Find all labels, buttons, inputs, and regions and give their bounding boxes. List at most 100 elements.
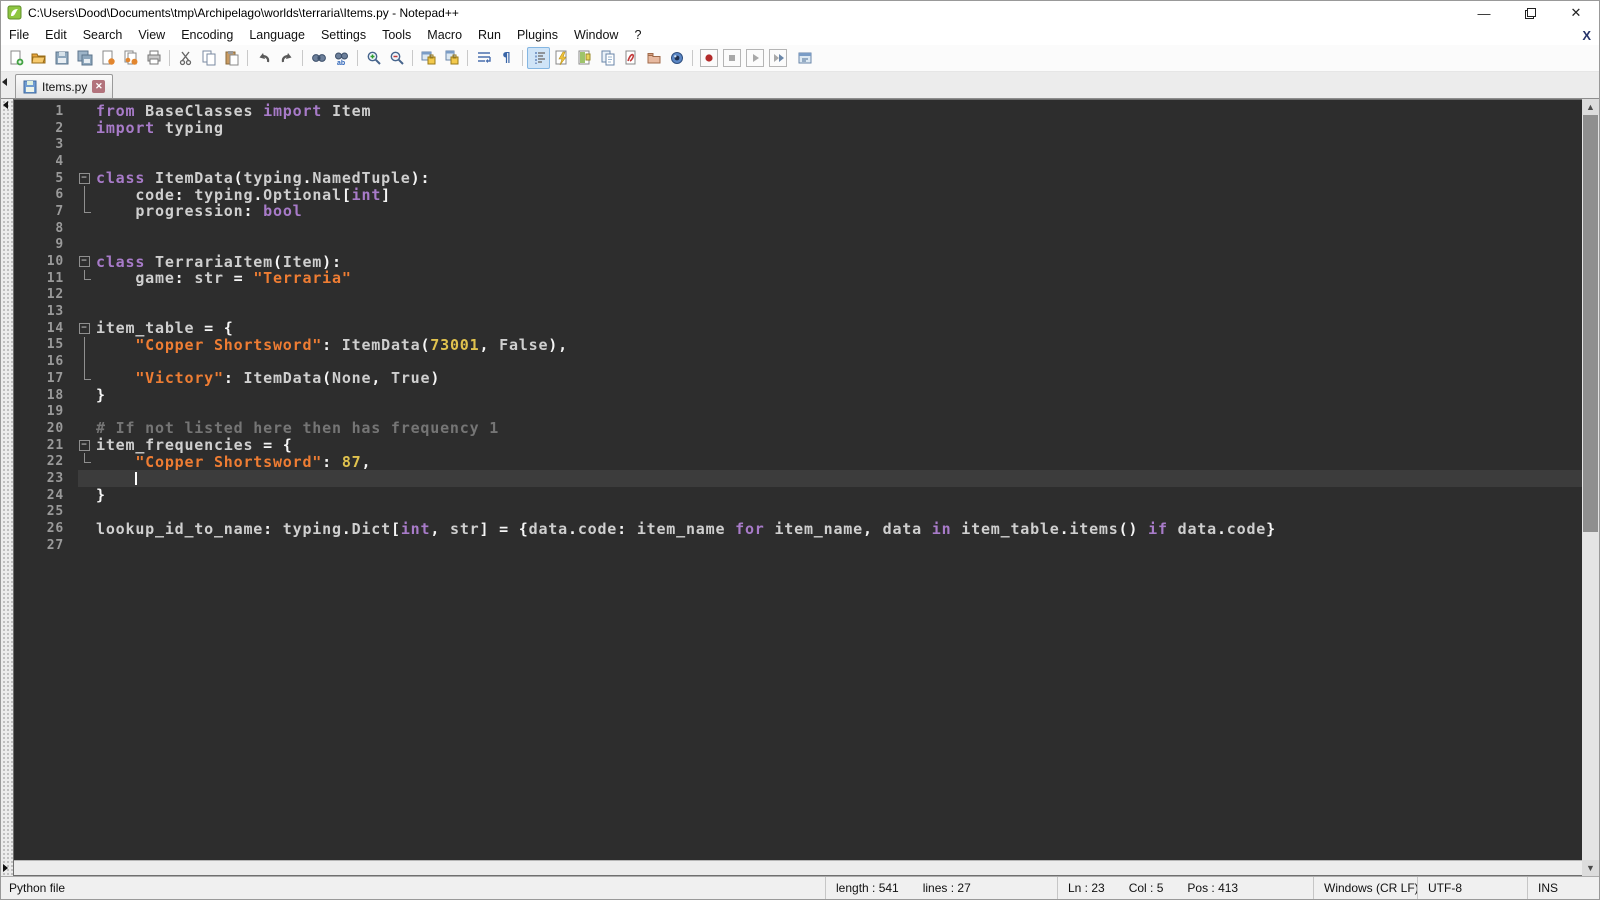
scrollbar-track[interactable] [1582, 115, 1599, 860]
project-panel-button[interactable] [642, 47, 665, 69]
menu-view[interactable]: View [130, 26, 173, 44]
restore-button[interactable] [1507, 1, 1553, 25]
code-line[interactable]: 22 "Copper Shortsword": 87, [14, 453, 1582, 470]
scrollbar-thumb[interactable] [1583, 115, 1598, 532]
code-line[interactable]: 27 [14, 537, 1582, 554]
code-text: code: typing.Optional[int] [96, 186, 1582, 204]
code-line[interactable]: 18} [14, 387, 1582, 404]
menu-settings[interactable]: Settings [313, 26, 374, 44]
save-all-button[interactable] [73, 47, 96, 69]
code-line[interactable]: 6 code: typing.Optional[int] [14, 186, 1582, 203]
code-line[interactable]: 12 [14, 287, 1582, 304]
word-wrap-button[interactable] [472, 47, 495, 69]
code-line[interactable]: 7 progression: bool [14, 203, 1582, 220]
menu-encoding[interactable]: Encoding [173, 26, 241, 44]
code-line[interactable]: 20# If not listed here then has frequenc… [14, 420, 1582, 437]
code-line[interactable]: 5−class ItemData(typing.NamedTuple): [14, 170, 1582, 187]
macro-save-button[interactable] [793, 47, 816, 69]
code-line[interactable]: 21−item_frequencies = { [14, 437, 1582, 454]
line-number: 9 [14, 237, 78, 252]
menu-search[interactable]: Search [75, 26, 131, 44]
status-eol-format[interactable]: Windows (CR LF) [1313, 877, 1417, 899]
code-line[interactable]: 17 "Victory": ItemData(None, True) [14, 370, 1582, 387]
code-line[interactable]: 13 [14, 303, 1582, 320]
horizontal-scrollbar[interactable] [14, 860, 1582, 875]
collapse-arrow-top-icon[interactable] [3, 101, 8, 109]
redo-button[interactable] [275, 47, 298, 69]
code-line[interactable]: 26lookup_id_to_name: typing.Dict[int, st… [14, 520, 1582, 537]
status-insert-mode[interactable]: INS [1527, 877, 1599, 899]
replace-button[interactable]: ab [330, 47, 353, 69]
code-line[interactable]: 10−class TerrariaItem(Item): [14, 253, 1582, 270]
menu-window[interactable]: Window [566, 26, 626, 44]
view-monitoring-button[interactable] [665, 47, 688, 69]
tab-scroll-left-icon[interactable] [2, 78, 7, 86]
open-file-button[interactable] [27, 47, 50, 69]
panel-grip[interactable] [1, 99, 13, 876]
code-line[interactable]: 14−item_table = { [14, 320, 1582, 337]
code-line[interactable]: 19 [14, 403, 1582, 420]
sync-horizontal-scroll-button[interactable] [440, 47, 463, 69]
code-line[interactable]: 23 [14, 470, 1582, 487]
menu-language[interactable]: Language [241, 26, 313, 44]
folder-as-workspace-button[interactable] [619, 47, 642, 69]
paste-button[interactable] [220, 47, 243, 69]
status-encoding[interactable]: UTF-8 [1417, 877, 1527, 899]
collapse-arrow-bottom-icon[interactable] [3, 864, 8, 872]
menu-tools[interactable]: Tools [374, 26, 419, 44]
close-document-x-icon[interactable]: X [1582, 28, 1591, 43]
document-list-button[interactable] [596, 47, 619, 69]
minimize-button[interactable]: — [1461, 1, 1507, 25]
undo-button[interactable] [252, 47, 275, 69]
close-all-button[interactable] [119, 47, 142, 69]
menu-help[interactable]: ? [626, 26, 649, 44]
code-line[interactable]: 9 [14, 237, 1582, 254]
document-map-button[interactable] [573, 47, 596, 69]
code-text: game: str = "Terraria" [96, 269, 1582, 287]
tab-items-py[interactable]: Items.py ✕ [15, 74, 113, 98]
code-line[interactable]: 1from BaseClasses import Item [14, 103, 1582, 120]
fold-margin [78, 237, 96, 254]
macro-play-button[interactable] [743, 47, 766, 69]
find-button[interactable] [307, 47, 330, 69]
menu-run[interactable]: Run [470, 26, 509, 44]
zoom-in-button[interactable] [362, 47, 385, 69]
macro-stop-button[interactable] [720, 47, 743, 69]
cut-button[interactable] [174, 47, 197, 69]
fold-collapse-icon[interactable]: − [78, 253, 96, 270]
code-line[interactable]: 3 [14, 136, 1582, 153]
menu-macro[interactable]: Macro [419, 26, 470, 44]
vertical-scrollbar[interactable]: ▲ ▼ [1582, 99, 1599, 876]
tab-close-icon[interactable]: ✕ [92, 80, 105, 93]
code-line[interactable]: 2import typing [14, 120, 1582, 137]
code-line[interactable]: 24} [14, 487, 1582, 504]
close-button[interactable]: ✕ [1553, 1, 1599, 25]
menu-plugins[interactable]: Plugins [509, 26, 566, 44]
code-line[interactable]: 25 [14, 504, 1582, 521]
sync-vertical-scroll-button[interactable] [417, 47, 440, 69]
copy-button[interactable] [197, 47, 220, 69]
zoom-out-button[interactable] [385, 47, 408, 69]
fold-collapse-icon[interactable]: − [78, 170, 96, 187]
scroll-down-icon[interactable]: ▼ [1582, 860, 1599, 876]
code-line[interactable]: 15 "Copper Shortsword": ItemData(73001, … [14, 337, 1582, 354]
code-line[interactable]: 16 [14, 353, 1582, 370]
code-editor[interactable]: 1from BaseClasses import Item2import typ… [14, 100, 1582, 860]
save-button[interactable] [50, 47, 73, 69]
menu-file[interactable]: File [1, 26, 37, 44]
close-file-button[interactable] [96, 47, 119, 69]
function-list-button[interactable] [550, 47, 573, 69]
new-file-button[interactable] [4, 47, 27, 69]
scroll-up-icon[interactable]: ▲ [1582, 99, 1599, 115]
show-indent-guide-button[interactable] [527, 47, 550, 69]
code-line[interactable]: 8 [14, 220, 1582, 237]
fold-collapse-icon[interactable]: − [78, 437, 96, 454]
macro-run-multiple-button[interactable] [766, 47, 789, 69]
macro-record-button[interactable] [697, 47, 720, 69]
menu-edit[interactable]: Edit [37, 26, 75, 44]
show-all-characters-button[interactable]: ¶ [495, 47, 518, 69]
code-line[interactable]: 4 [14, 153, 1582, 170]
print-button[interactable] [142, 47, 165, 69]
fold-collapse-icon[interactable]: − [78, 320, 96, 337]
code-line[interactable]: 11 game: str = "Terraria" [14, 270, 1582, 287]
